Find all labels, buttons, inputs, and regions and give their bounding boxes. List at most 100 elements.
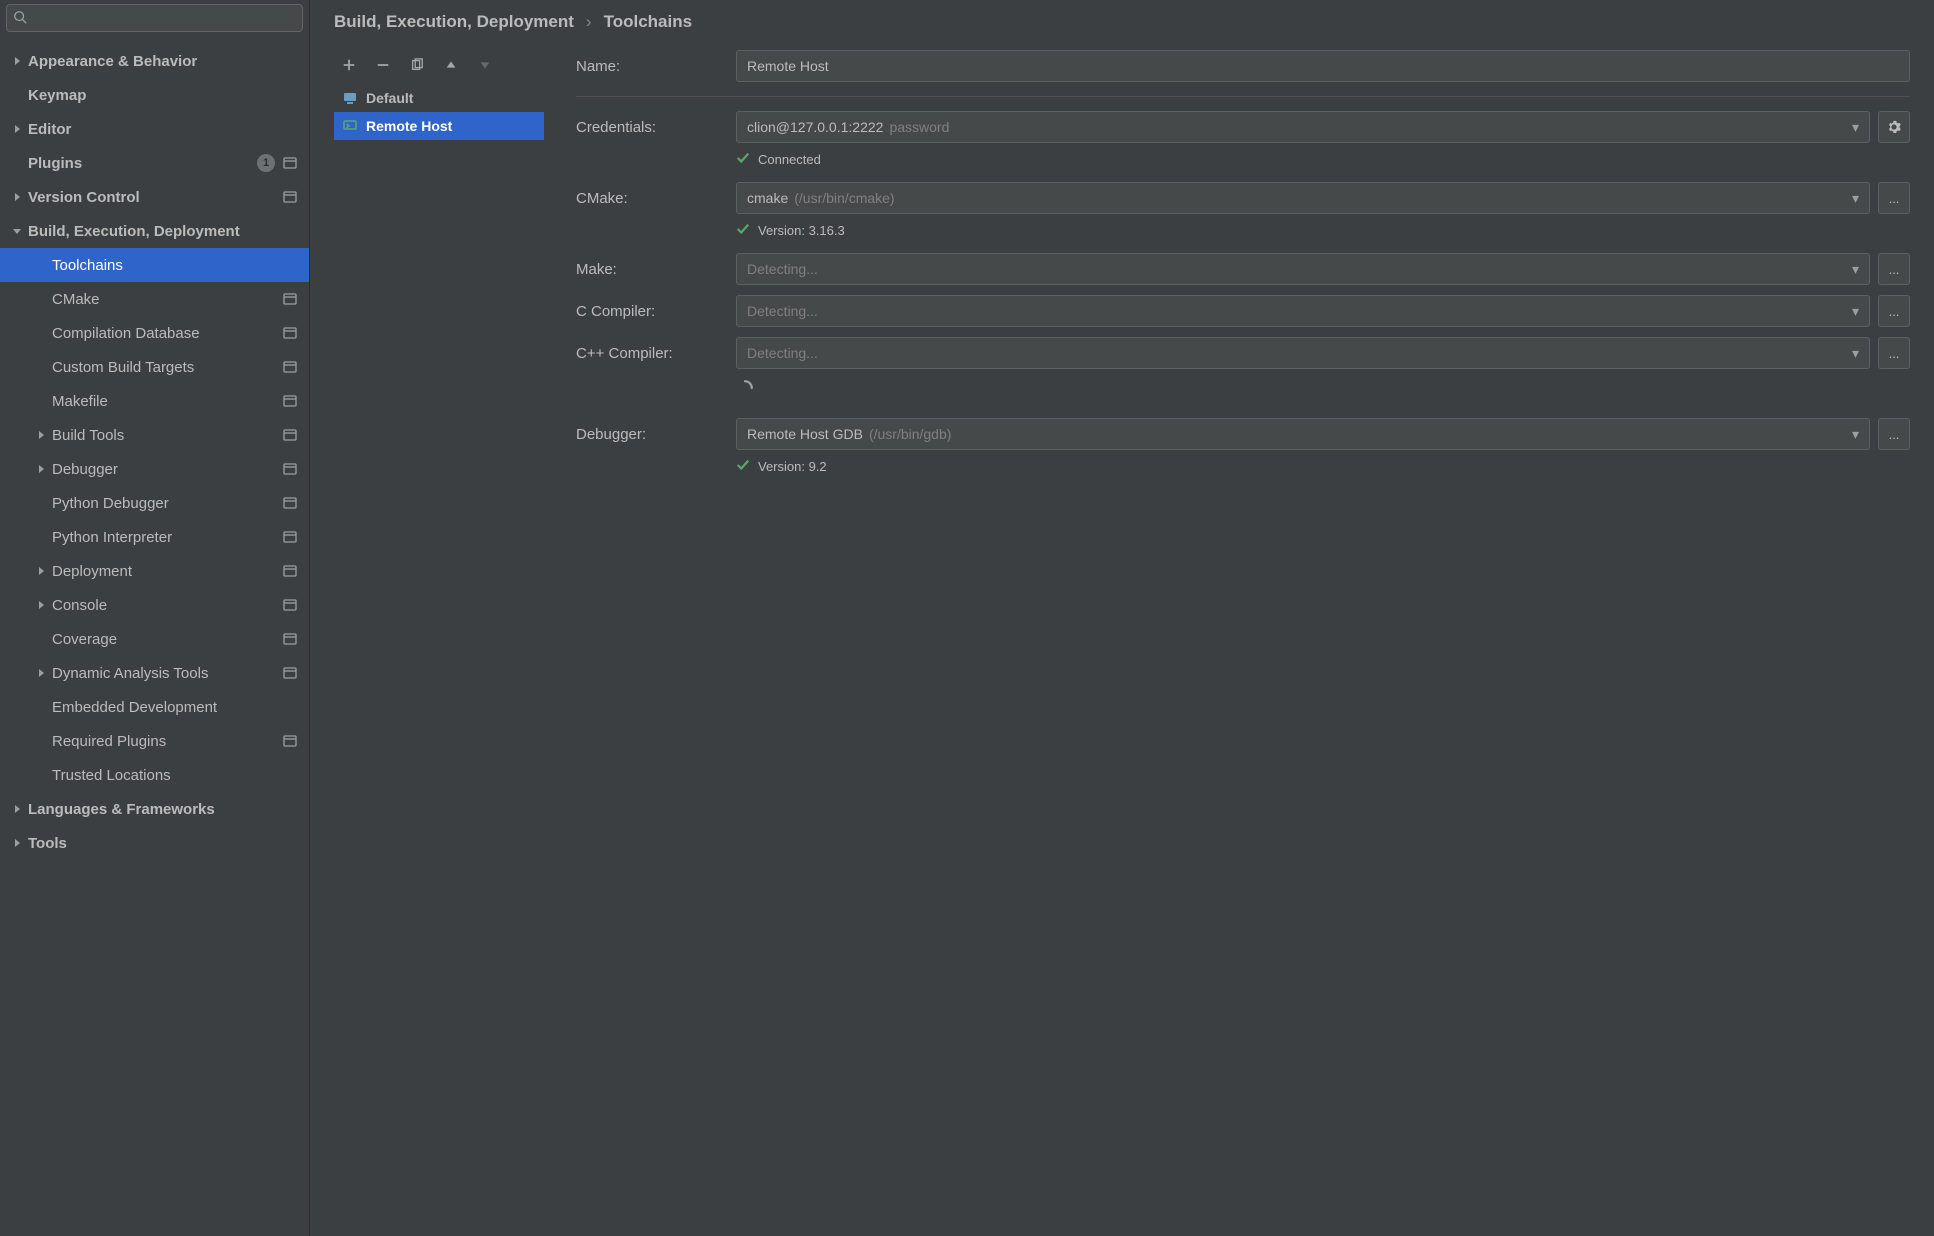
breadcrumb-segment: Build, Execution, Deployment <box>334 12 574 32</box>
make-combo[interactable]: Detecting... ▾ <box>736 253 1870 285</box>
chevron-placeholder <box>34 292 48 306</box>
remove-button[interactable] <box>374 56 392 74</box>
sidebar-item-label: Debugger <box>52 461 283 478</box>
settings-search-input[interactable] <box>31 11 296 26</box>
cxxcompiler-combo[interactable]: Detecting... ▾ <box>736 337 1870 369</box>
cmake-label: CMake: <box>576 190 726 207</box>
settings-main: Build, Execution, Deployment › Toolchain… <box>310 0 1934 1236</box>
sidebar-item[interactable]: CMake <box>0 282 309 316</box>
name-input[interactable]: Remote Host <box>736 50 1910 82</box>
sidebar-item[interactable]: Dynamic Analysis Tools <box>0 656 309 690</box>
sidebar-item-label: Languages & Frameworks <box>28 801 299 818</box>
sidebar-item[interactable]: Trusted Locations <box>0 758 309 792</box>
toolchain-item-label: Default <box>366 90 413 106</box>
credentials-settings-button[interactable] <box>1878 111 1910 143</box>
chevron-down-icon: ▾ <box>1852 119 1859 136</box>
project-scope-icon <box>283 326 297 340</box>
sidebar-item-label: Editor <box>28 121 299 138</box>
project-scope-icon <box>283 496 297 510</box>
chevron-placeholder <box>34 632 48 646</box>
check-icon <box>736 151 750 168</box>
chevron-placeholder <box>34 530 48 544</box>
sidebar-item[interactable]: Toolchains <box>0 248 309 282</box>
chevron-right-icon <box>34 666 48 680</box>
chevron-right-icon <box>34 428 48 442</box>
sidebar-item[interactable]: Tools <box>0 826 309 860</box>
sidebar-item[interactable]: Languages & Frameworks <box>0 792 309 826</box>
settings-search[interactable] <box>6 4 303 32</box>
toolchain-item-label: Remote Host <box>366 118 452 134</box>
system-icon <box>342 90 358 106</box>
sidebar-item[interactable]: Build, Execution, Deployment <box>0 214 309 248</box>
toolchain-item[interactable]: Default <box>334 84 544 112</box>
ccompiler-browse-button[interactable]: ... <box>1878 295 1910 327</box>
move-up-button[interactable] <box>442 56 460 74</box>
sidebar-item-label: Trusted Locations <box>52 767 299 784</box>
chevron-right-icon <box>10 802 24 816</box>
credentials-combo[interactable]: clion@127.0.0.1:2222 password ▾ <box>736 111 1870 143</box>
toolchain-item[interactable]: Remote Host <box>334 112 544 140</box>
chevron-right-icon <box>34 564 48 578</box>
debugger-label: Debugger: <box>576 426 726 443</box>
chevron-down-icon: ▾ <box>1852 426 1859 443</box>
chevron-down-icon: ▾ <box>1852 303 1859 320</box>
search-icon <box>13 10 27 27</box>
chevron-placeholder <box>10 88 24 102</box>
sidebar-item[interactable]: Deployment <box>0 554 309 588</box>
sidebar-item[interactable]: Debugger <box>0 452 309 486</box>
chevron-down-icon: ▾ <box>1852 261 1859 278</box>
chevron-right-icon <box>10 122 24 136</box>
sidebar-item-label: Coverage <box>52 631 283 648</box>
sidebar-item-label: Makefile <box>52 393 283 410</box>
debugger-browse-button[interactable]: ... <box>1878 418 1910 450</box>
sidebar-item[interactable]: Version Control <box>0 180 309 214</box>
debugger-combo[interactable]: Remote Host GDB (/usr/bin/gdb) ▾ <box>736 418 1870 450</box>
cmake-combo[interactable]: cmake (/usr/bin/cmake) ▾ <box>736 182 1870 214</box>
sidebar-item-label: Python Debugger <box>52 495 283 512</box>
sidebar-item-label: Build, Execution, Deployment <box>28 223 299 240</box>
sidebar-item[interactable]: Console <box>0 588 309 622</box>
sidebar-item[interactable]: Python Debugger <box>0 486 309 520</box>
project-scope-icon <box>283 360 297 374</box>
sidebar-item[interactable]: Appearance & Behavior <box>0 44 309 78</box>
sidebar-item[interactable]: Custom Build Targets <box>0 350 309 384</box>
sidebar-item[interactable]: Python Interpreter <box>0 520 309 554</box>
project-scope-icon <box>283 428 297 442</box>
sidebar-item-label: Required Plugins <box>52 733 283 750</box>
copy-button[interactable] <box>408 56 426 74</box>
settings-sidebar: Appearance & BehaviorKeymap Editor Plugins… <box>0 0 310 1236</box>
sidebar-item-label: Plugins <box>28 155 257 172</box>
project-scope-icon <box>283 564 297 578</box>
name-label: Name: <box>576 58 726 75</box>
sidebar-item[interactable]: Makefile <box>0 384 309 418</box>
sidebar-item[interactable]: Coverage <box>0 622 309 656</box>
chevron-placeholder <box>34 700 48 714</box>
chevron-placeholder <box>34 360 48 374</box>
toolchain-list: Default Remote Host <box>334 84 544 1236</box>
sidebar-item[interactable]: Required Plugins <box>0 724 309 758</box>
sidebar-item-label: Python Interpreter <box>52 529 283 546</box>
sidebar-item[interactable]: Build Tools <box>0 418 309 452</box>
sidebar-item-label: Custom Build Targets <box>52 359 283 376</box>
project-scope-icon <box>283 666 297 680</box>
cmake-browse-button[interactable]: ... <box>1878 182 1910 214</box>
sidebar-item[interactable]: Keymap <box>0 78 309 112</box>
sidebar-item-label: Embedded Development <box>52 699 299 716</box>
remote-icon <box>342 118 358 134</box>
breadcrumb: Build, Execution, Deployment › Toolchain… <box>310 0 1934 42</box>
sidebar-item[interactable]: Plugins1 <box>0 146 309 180</box>
sidebar-item-label: Deployment <box>52 563 283 580</box>
project-scope-icon <box>283 734 297 748</box>
ccompiler-combo[interactable]: Detecting... ▾ <box>736 295 1870 327</box>
add-button[interactable] <box>340 56 358 74</box>
project-scope-icon <box>283 156 297 170</box>
toolchain-form: Name: Remote Host Credentials: clion@127… <box>544 50 1934 1236</box>
sidebar-item[interactable]: Compilation Database <box>0 316 309 350</box>
sidebar-item[interactable]: Embedded Development <box>0 690 309 724</box>
loading-spinner <box>576 379 1910 400</box>
breadcrumb-segment: Toolchains <box>604 12 692 32</box>
make-browse-button[interactable]: ... <box>1878 253 1910 285</box>
move-down-button[interactable] <box>476 56 494 74</box>
sidebar-item[interactable]: Editor <box>0 112 309 146</box>
cxxcompiler-browse-button[interactable]: ... <box>1878 337 1910 369</box>
